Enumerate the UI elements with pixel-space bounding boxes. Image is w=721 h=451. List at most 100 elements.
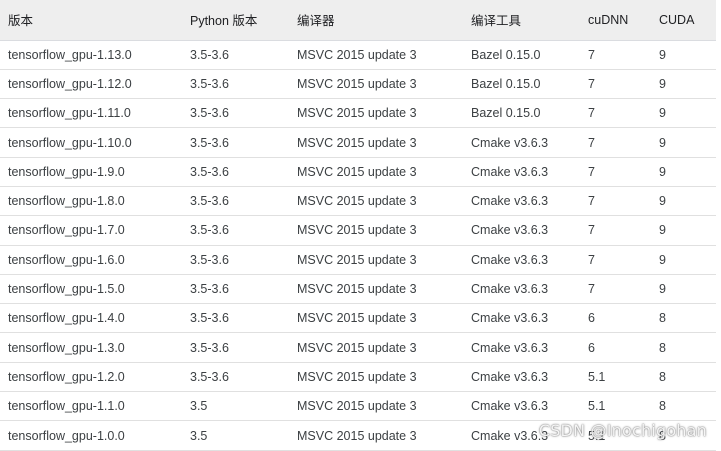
header-version: 版本 [0,0,182,41]
cell-compiler: MSVC 2015 update 3 [289,303,463,334]
cell-build-tool: Cmake v3.6.3 [463,127,580,158]
cell-version: tensorflow_gpu-1.3.0 [0,332,182,363]
cell-python-version: 3.5-3.6 [182,98,289,129]
table-row: tensorflow_gpu-1.11.0 3.5-3.6 MSVC 2015 up… [0,98,716,129]
version-table-container: 版本 Python 版本 编译器 编译工具 cuDNN CUDA tensorf… [0,0,716,451]
cell-compiler: MSVC 2015 update 3 [289,332,463,363]
cell-cudnn: 7 [580,69,651,100]
cell-build-tool: Cmake v3.6.3 [463,332,580,363]
cell-compiler: MSVC 2015 update 3 [289,157,463,187]
table-row: tensorflow_gpu-1.4.0 3.5-3.6 MSVC 2015 upd… [0,303,716,334]
cell-build-tool: Cmake v3.6.3 [463,420,580,451]
cell-compiler: MSVC 2015 update 3 [289,420,463,451]
cell-cudnn: 7 [580,215,651,246]
table-row: tensorflow_gpu-1.12.0 3.5-3.6 MSVC 2015 up… [0,69,716,100]
cell-cudnn: 7 [580,274,651,305]
cell-cudnn: 5.1 [580,391,651,422]
cell-cuda: 9 [651,127,716,158]
cell-python-version: 3.5-3.6 [182,362,289,393]
cell-cuda: 8 [651,303,716,334]
cell-version: tensorflow_gpu-1.1.0 [0,391,182,422]
cell-compiler: MSVC 2015 update 3 [289,245,463,275]
cell-cuda: 9 [651,186,716,217]
cell-python-version: 3.5-3.6 [182,303,289,334]
cell-build-tool: Cmake v3.6.3 [463,362,580,393]
cell-python-version: 3.5-3.6 [182,127,289,158]
cell-python-version: 3.5-3.6 [182,332,289,363]
cell-python-version: 3.5-3.6 [182,157,289,187]
cell-build-tool: Cmake v3.6.3 [463,391,580,422]
cell-cudnn: 7 [580,186,651,217]
cell-cuda: 9 [651,215,716,246]
cell-cuda: 8 [651,391,716,422]
cell-cudnn: 5.1 [580,420,651,451]
cell-build-tool: Bazel 0.15.0 [463,98,580,129]
cell-version: tensorflow_gpu-1.7.0 [0,215,182,246]
cell-python-version: 3.5-3.6 [182,245,289,275]
cell-cudnn: 7 [580,127,651,158]
cell-version: tensorflow_gpu-1.2.0 [0,362,182,393]
table-body: tensorflow_gpu-1.13.0 3.5-3.6 MSVC 2015 up… [0,40,716,451]
cell-build-tool: Bazel 0.15.0 [463,69,580,100]
cell-cudnn: 5.1 [580,362,651,393]
table-row: tensorflow_gpu-1.3.0 3.5-3.6 MSVC 2015 upd… [0,332,716,363]
cell-cuda: 8 [651,332,716,363]
cell-cuda: 9 [651,274,716,305]
table-header: 版本 Python 版本 编译器 编译工具 cuDNN CUDA [0,0,716,41]
cell-version: tensorflow_gpu-1.4.0 [0,303,182,334]
table-row: tensorflow_gpu-1.5.0 3.5-3.6 MSVC 2015 upd… [0,274,716,305]
cell-version: tensorflow_gpu-1.13.0 [0,40,182,70]
cell-version: tensorflow_gpu-1.6.0 [0,245,182,275]
cell-python-version: 3.5 [182,391,289,422]
cell-python-version: 3.5-3.6 [182,69,289,100]
cell-build-tool: Cmake v3.6.3 [463,245,580,275]
cell-cuda: 8 [651,362,716,393]
cell-cuda: 9 [651,157,716,187]
cell-cuda: 9 [651,40,716,70]
cell-version: tensorflow_gpu-1.5.0 [0,274,182,305]
cell-version: tensorflow_gpu-1.0.0 [0,420,182,451]
cell-compiler: MSVC 2015 update 3 [289,127,463,158]
tensorflow-gpu-version-table: 版本 Python 版本 编译器 编译工具 cuDNN CUDA tensorf… [0,0,716,451]
table-row: tensorflow_gpu-1.13.0 3.5-3.6 MSVC 2015 up… [0,40,716,70]
cell-compiler: MSVC 2015 update 3 [289,186,463,217]
header-cuda: CUDA [651,0,716,41]
cell-compiler: MSVC 2015 update 3 [289,40,463,70]
cell-version: tensorflow_gpu-1.11.0 [0,98,182,129]
cell-build-tool: Cmake v3.6.3 [463,274,580,305]
cell-python-version: 3.5-3.6 [182,40,289,70]
cell-version: tensorflow_gpu-1.8.0 [0,186,182,217]
cell-version: tensorflow_gpu-1.9.0 [0,157,182,187]
cell-python-version: 3.5-3.6 [182,274,289,305]
cell-compiler: MSVC 2015 update 3 [289,362,463,393]
cell-build-tool: Bazel 0.15.0 [463,40,580,70]
cell-python-version: 3.5-3.6 [182,215,289,246]
cell-compiler: MSVC 2015 update 3 [289,69,463,100]
header-build-tool: 编译工具 [463,0,580,41]
cell-cudnn: 7 [580,245,651,275]
table-row: tensorflow_gpu-1.0.0 3.5 MSVC 2015 update … [0,420,716,451]
cell-compiler: MSVC 2015 update 3 [289,274,463,305]
cell-cudnn: 6 [580,332,651,363]
header-python-version: Python 版本 [182,0,289,41]
table-row: tensorflow_gpu-1.8.0 3.5-3.6 MSVC 2015 upd… [0,186,716,217]
table-row: tensorflow_gpu-1.1.0 3.5 MSVC 2015 update … [0,391,716,422]
table-row: tensorflow_gpu-1.7.0 3.5-3.6 MSVC 2015 upd… [0,215,716,246]
cell-cudnn: 7 [580,157,651,187]
cell-compiler: MSVC 2015 update 3 [289,391,463,422]
cell-build-tool: Cmake v3.6.3 [463,303,580,334]
cell-build-tool: Cmake v3.6.3 [463,215,580,246]
cell-cudnn: 6 [580,303,651,334]
table-row: tensorflow_gpu-1.6.0 3.5-3.6 MSVC 2015 upd… [0,245,716,275]
cell-cuda: 9 [651,69,716,100]
table-row: tensorflow_gpu-1.2.0 3.5-3.6 MSVC 2015 upd… [0,362,716,393]
cell-compiler: MSVC 2015 update 3 [289,215,463,246]
table-row: tensorflow_gpu-1.10.0 3.5-3.6 MSVC 2015 up… [0,127,716,158]
cell-compiler: MSVC 2015 update 3 [289,98,463,129]
cell-version: tensorflow_gpu-1.10.0 [0,127,182,158]
header-row: 版本 Python 版本 编译器 编译工具 cuDNN CUDA [0,0,716,41]
cell-python-version: 3.5 [182,420,289,451]
table-row: tensorflow_gpu-1.9.0 3.5-3.6 MSVC 2015 upd… [0,157,716,187]
cell-cuda: 9 [651,245,716,275]
cell-cudnn: 7 [580,40,651,70]
